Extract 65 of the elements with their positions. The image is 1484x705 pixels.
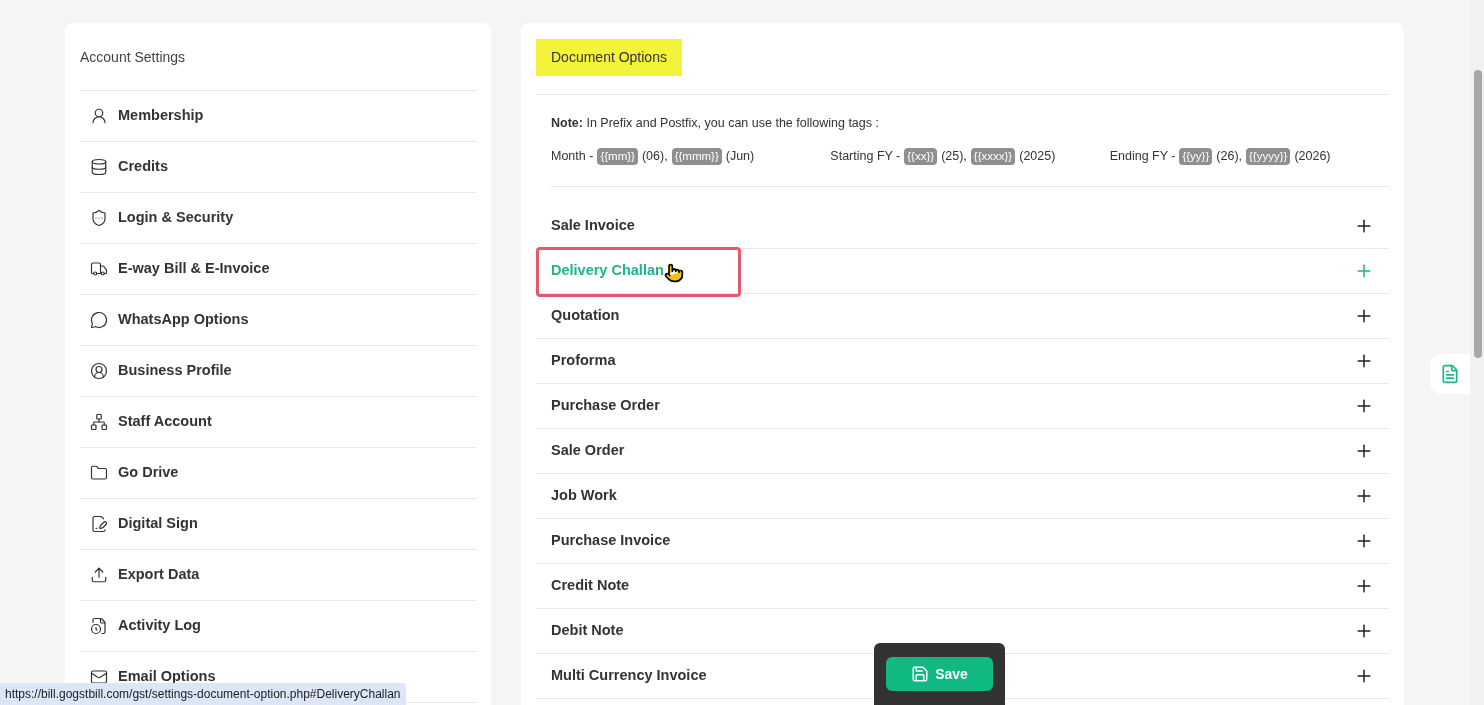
tag-group-label: Starting FY - (830, 147, 901, 165)
tag-chip: {{mmm}} (671, 147, 722, 165)
accordion-label: Multi Currency Invoice (551, 665, 707, 685)
sidebar-title: Account Settings (80, 48, 187, 67)
accordion-row[interactable]: Job Work (536, 473, 1389, 519)
tag-example: (2025) (1019, 147, 1056, 165)
signature-icon (90, 515, 108, 533)
accordion-row[interactable]: Purchase Order (536, 383, 1389, 429)
accordion-label: Debit Note (551, 620, 624, 640)
sidebar-item[interactable]: Staff Account (80, 397, 476, 448)
tag-chip: {{mm}} (597, 147, 638, 165)
accordion-row[interactable]: Purchase Invoice (536, 518, 1389, 564)
tag-example: (25), (941, 147, 967, 165)
accordion-label: Purchase Order (551, 395, 660, 415)
user-icon (90, 107, 108, 125)
sidebar-item[interactable]: Digital Sign (80, 499, 476, 550)
tag-chip: {{xxxx}} (970, 147, 1016, 165)
accordion-row[interactable]: Proforma (536, 338, 1389, 384)
tag-example: (Jun) (725, 147, 755, 165)
tag-group-label: Ending FY - (1109, 147, 1176, 165)
tag-group-label: Month - (551, 147, 594, 165)
tag-example: (06), (641, 147, 668, 165)
link-preview-tooltip: https://bill.gogstbill.com/gst/settings-document-option.php#DeliveryChallan (0, 683, 406, 705)
section-title: Document Options (536, 39, 682, 76)
hand-cursor-icon (664, 262, 684, 283)
chat-bubble-icon (90, 311, 108, 329)
document-icon (1440, 364, 1460, 384)
accordion-row[interactable]: Credit Note (536, 563, 1389, 609)
upload-icon (90, 566, 108, 584)
tag-example: (26), (1216, 147, 1242, 165)
sidebar-item[interactable]: Credits (80, 142, 476, 193)
sidebar-item[interactable]: Export Data (80, 550, 476, 601)
accordion-row[interactable]: Sale Order (536, 428, 1389, 474)
folder-icon (90, 464, 108, 482)
network-icon (90, 413, 108, 431)
sidebar-item[interactable]: WhatsApp Options (80, 295, 476, 346)
accordion-label: Quotation (551, 305, 620, 325)
sidebar-item[interactable]: Go Drive (80, 448, 476, 499)
accordion-label: Sale Order (551, 440, 625, 460)
tag-example: (2026) (1294, 147, 1331, 165)
accordion-label: Sale Invoice (551, 215, 635, 235)
user-circle-icon (90, 362, 108, 380)
sidebar-item[interactable]: Login & Security (80, 193, 476, 244)
accordion-label: Proforma (551, 350, 616, 370)
tag-chip: {{yy}} (1179, 147, 1213, 165)
accordion-label: Delivery Challan (551, 260, 664, 280)
sidebar-item[interactable]: E-way Bill & E-Invoice (80, 244, 476, 295)
coin-stack-icon (90, 158, 108, 176)
mail-icon (90, 668, 108, 686)
tag-chip: {{yyyy}} (1246, 147, 1291, 165)
sidebar-item[interactable]: Business Profile (80, 346, 476, 397)
note-text: Note: In Prefix and Postfix, you can use the following tags : (551, 115, 880, 132)
save-icon (911, 665, 930, 683)
truck-icon (90, 260, 108, 278)
accordion-label: Purchase Invoice (551, 530, 671, 550)
document-clock-icon (90, 617, 108, 635)
tag-chip: {{xx}} (904, 147, 938, 165)
sidebar-item[interactable]: Membership (80, 91, 476, 142)
shield-icon (90, 209, 108, 227)
accordion-label: Job Work (551, 485, 617, 505)
accordion-row[interactable]: Sale Invoice (536, 203, 1389, 249)
sidebar-item[interactable]: Activity Log (80, 601, 476, 652)
accordion-label: Credit Note (551, 575, 630, 595)
accordion-row[interactable]: Quotation (536, 293, 1389, 339)
side-widget[interactable] (1430, 354, 1470, 394)
